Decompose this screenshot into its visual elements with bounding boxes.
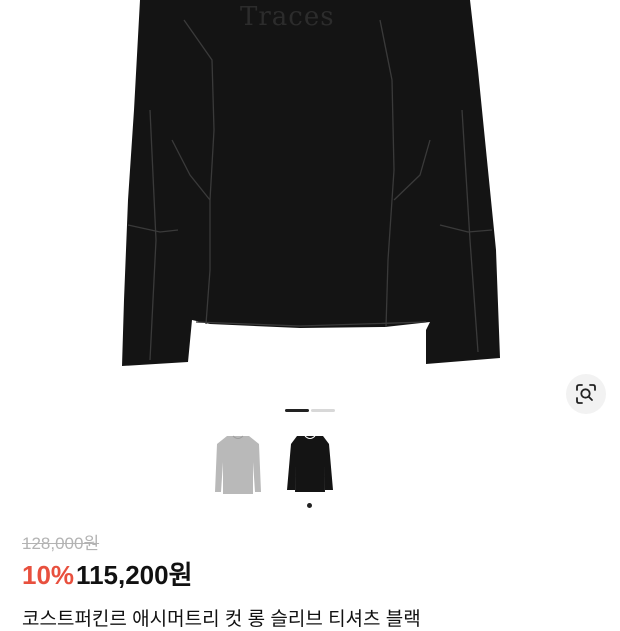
- selected-thumbnail-dot: [307, 503, 312, 508]
- sale-price: 115,200원: [76, 560, 193, 590]
- original-price: 128,000원: [22, 534, 100, 553]
- shirt-print-text: Traces: [240, 2, 335, 32]
- product-main-image[interactable]: Traces: [0, 0, 620, 400]
- price-row: 10%115,200원: [22, 555, 193, 592]
- product-title: 코스트퍼킨르 애시머트리 컷 롱 슬리브 티셔츠 블랙: [22, 609, 421, 630]
- gallery-indicator-active: [285, 409, 309, 412]
- image-search-button[interactable]: [566, 374, 606, 414]
- lens-search-icon: [576, 384, 596, 404]
- thumbnail-gray[interactable]: [211, 432, 265, 496]
- discount-rate: 10%: [22, 560, 75, 590]
- gallery-indicator-inactive: [311, 409, 335, 412]
- thumbnail-gray-shirt: [215, 435, 261, 494]
- shirt-image: [122, 0, 500, 366]
- thumbnail-black-shirt: [287, 435, 333, 492]
- thumbnail-black[interactable]: [283, 432, 337, 496]
